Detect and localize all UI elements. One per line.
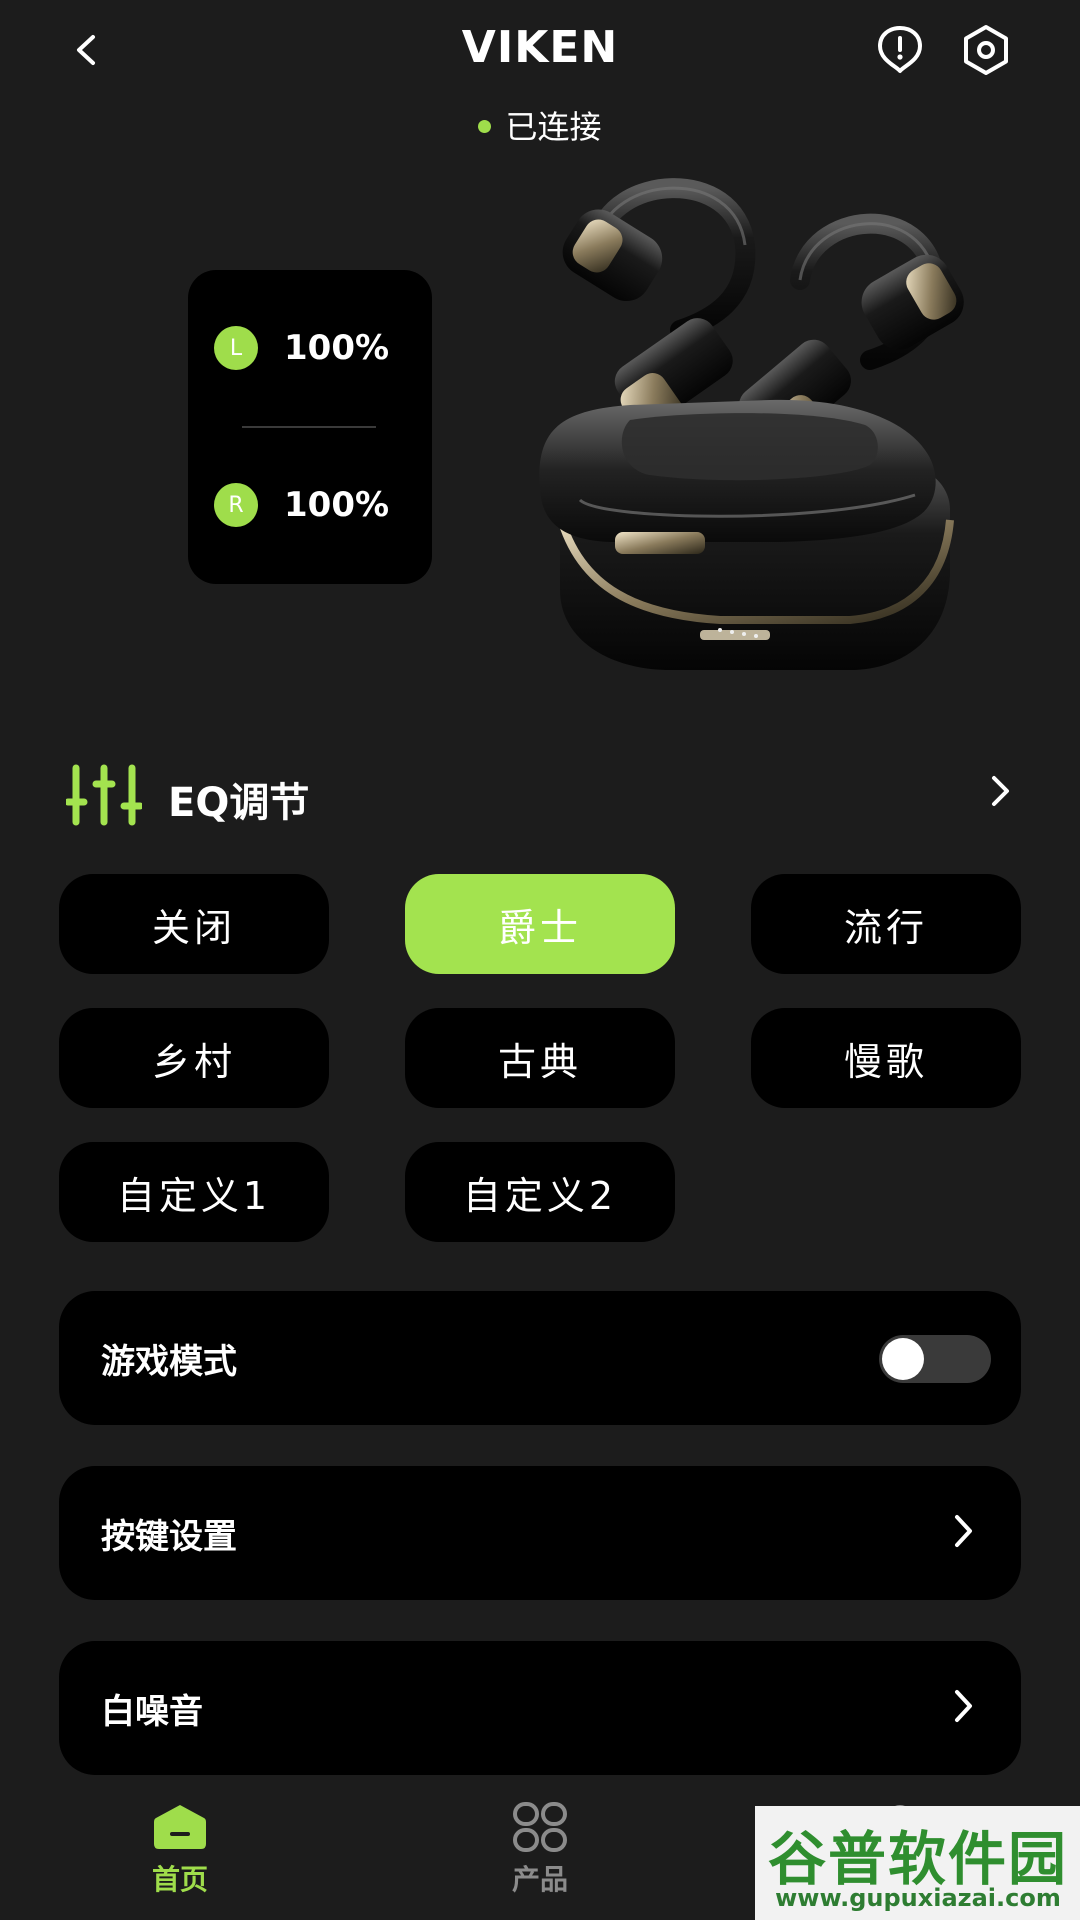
top-bar: VIKEN xyxy=(0,0,1080,100)
watermark: 谷普软件园 www.gupuxiazai.com xyxy=(755,1806,1080,1920)
earbuds-product-image xyxy=(539,178,964,670)
battery-divider xyxy=(242,426,376,428)
watermark-url: www.gupuxiazai.com xyxy=(775,1884,1061,1912)
left-battery-value: 100% xyxy=(284,328,390,368)
chevron-right-icon xyxy=(955,1515,972,1547)
eq-preset-jazz[interactable]: 爵士 xyxy=(405,874,675,974)
connection-status: 已连接 xyxy=(0,102,1080,148)
chevron-right-icon xyxy=(955,1690,972,1722)
chevron-right-icon xyxy=(992,776,1009,806)
toggle-knob xyxy=(882,1338,924,1380)
eq-preset-custom-1[interactable]: 自定义1 xyxy=(59,1142,329,1242)
right-battery-value: 100% xyxy=(284,485,390,525)
eq-preset-country[interactable]: 乡村 xyxy=(59,1008,329,1108)
game-mode-row: 游戏模式 xyxy=(59,1291,1021,1425)
equalizer-icon xyxy=(66,764,142,826)
status-text: 已连接 xyxy=(505,108,602,146)
eq-preset-off[interactable]: 关闭 xyxy=(59,874,329,974)
right-earbud-badge: R xyxy=(214,483,258,527)
nav-home-label: 首页 xyxy=(151,1863,208,1896)
settings-button[interactable] xyxy=(958,22,1014,78)
eq-preset-pop[interactable]: 流行 xyxy=(751,874,1021,974)
left-earbud-badge: L xyxy=(214,326,258,370)
game-mode-toggle[interactable] xyxy=(879,1335,991,1383)
nav-products[interactable]: 产品 xyxy=(440,1802,640,1912)
nav-home[interactable]: 首页 xyxy=(80,1802,280,1912)
game-mode-label: 游戏模式 xyxy=(101,1341,237,1382)
eq-preset-classical[interactable]: 古典 xyxy=(405,1008,675,1108)
hexagon-gear-icon xyxy=(964,25,1008,75)
key-settings-row[interactable]: 按键设置 xyxy=(59,1466,1021,1600)
eq-preset-ballad[interactable]: 慢歌 xyxy=(751,1008,1021,1108)
eq-title: EQ调节 xyxy=(168,780,310,826)
home-icon xyxy=(154,1805,206,1849)
white-noise-row[interactable]: 白噪音 xyxy=(59,1641,1021,1775)
battery-left-row: L 100% xyxy=(214,324,414,372)
battery-right-row: R 100% xyxy=(214,481,414,529)
eq-preset-custom-2[interactable]: 自定义2 xyxy=(405,1142,675,1242)
eq-section-header[interactable]: EQ调节 xyxy=(60,760,1020,830)
find-device-button[interactable] xyxy=(872,22,928,78)
location-pin-icon xyxy=(878,26,922,73)
connected-dot-icon xyxy=(478,119,492,133)
white-noise-label: 白噪音 xyxy=(101,1691,203,1732)
four-petal-grid-icon xyxy=(513,1802,567,1852)
nav-products-label: 产品 xyxy=(511,1863,568,1896)
key-settings-label: 按键设置 xyxy=(101,1516,237,1557)
